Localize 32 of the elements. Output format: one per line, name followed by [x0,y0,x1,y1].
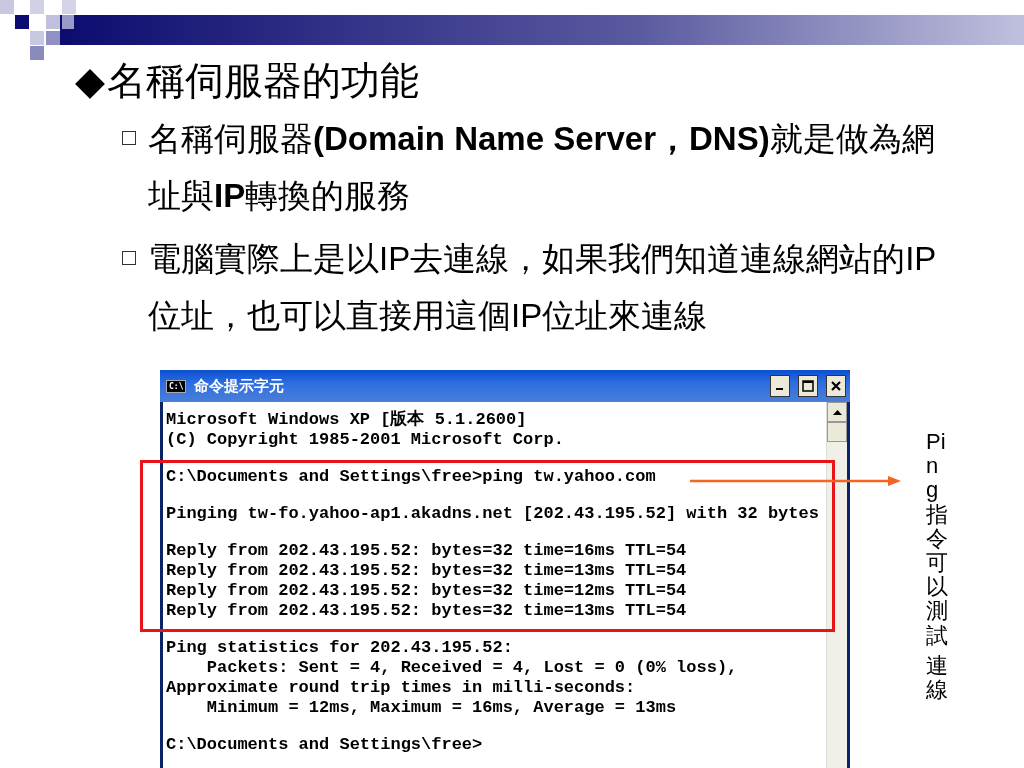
console-line: Approximate round trip times in milli-seconds: [166,678,636,698]
console-line: C:\Documents and Settings\free> [166,735,483,755]
console-line: Reply from 202.43.195.52: bytes=32 time=12ms TTL=54 [166,581,687,601]
bullet-square-icon [122,251,136,265]
bullet-square-icon [122,131,136,145]
console-line: Minimum = 12ms, Maximum = 16ms, Average = 13ms [205,698,677,718]
window-icon: C:\ [166,379,187,393]
console-line: Ping statistics for 202.43.195.52: [166,638,513,658]
console-line: Reply from 202.43.195.52: bytes=32 time=13ms TTL=54 [166,561,687,581]
scroll-up-button[interactable] [827,402,847,422]
callout-text: 連線 [926,653,948,703]
bullet-text: 電腦實際上是以IP去連線，如果我們知道連線網站的IP位址，也可以直接用這個IP位址來連線 [148,239,938,336]
console-line: (C) Copyright 1985-2001 Microsoft Corp. [166,430,564,450]
scrollbar[interactable] [826,402,847,768]
console-line: Pinging tw-fo.yahoo-ap1.akadns.net [202.43.195.52] with 32 bytes [166,504,819,524]
console-line: Reply from 202.43.195.52: bytes=32 time=16ms TTL=54 [166,541,687,561]
maximize-icon [802,380,814,392]
console-line: Packets: Sent = 4, Received = 4, Lost = 0 (0% loss), [205,658,738,678]
title-bullet: ◆ [75,58,105,104]
close-icon [831,381,841,391]
maximize-button[interactable] [798,375,818,397]
console-line: C:\Documents and Settings\free>ping tw.yahoo.com [166,467,656,487]
slide-title: 名稱伺服器的功能 [107,58,419,104]
close-button[interactable] [826,375,846,397]
console-line: Reply from 202.43.195.52: bytes=32 time=13ms TTL=54 [166,601,687,621]
window-title: 命令提示字元 [194,376,286,396]
up-arrow-icon [832,409,842,415]
minimize-button[interactable] [770,375,790,397]
scroll-thumb[interactable] [827,422,847,442]
callout-text: Ping指令可以測試 [926,430,948,648]
bullet-text: 名稱伺服器(Domain Name Server，DNS)就是做為網址與IP轉換的服務 [148,119,936,216]
console-line: Microsoft Windows XP [版本 5.1.2600] [166,410,527,430]
